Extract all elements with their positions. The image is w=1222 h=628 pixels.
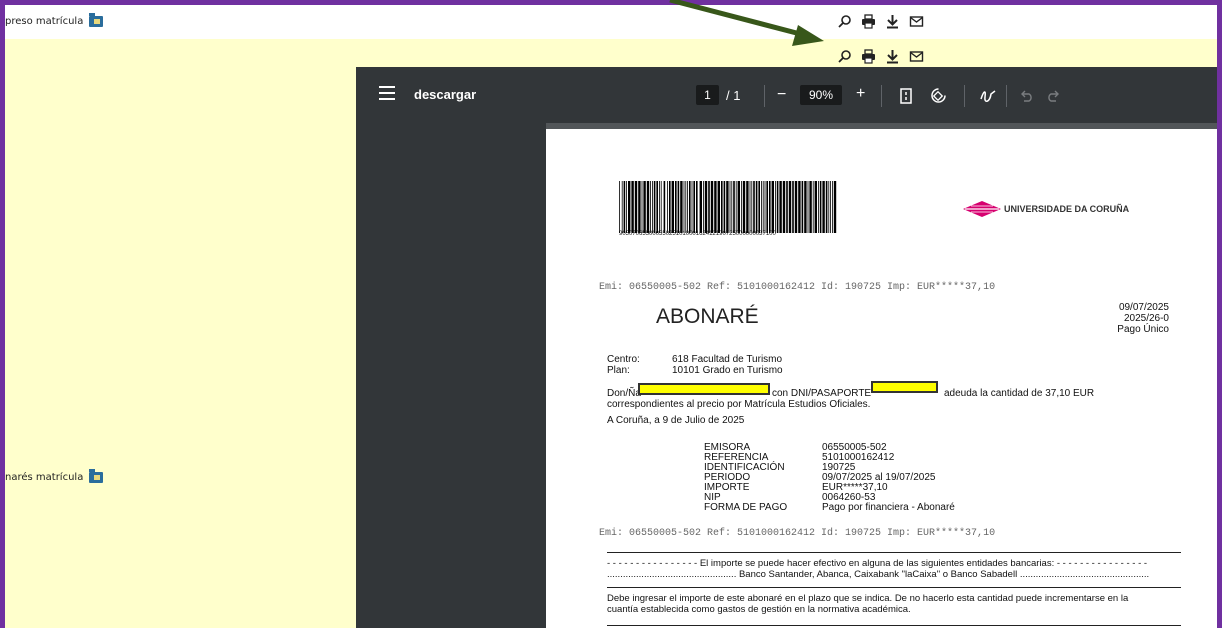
fit-page-icon[interactable] xyxy=(900,88,912,109)
university-name: UNIVERSIDADE DA CORUÑA xyxy=(1004,204,1130,214)
emi-line-top: Emi: 06550005-502 Ref: 5101000162412 Id:… xyxy=(599,282,996,293)
redo-icon[interactable] xyxy=(1046,89,1060,107)
doc-label[interactable]: preso matrícula xyxy=(5,16,83,27)
folder-icon[interactable] xyxy=(89,469,104,483)
divider-line xyxy=(607,552,1181,553)
pdf-toolbar: descargar 1 / 1 − 90% + xyxy=(356,67,1217,123)
notice-line-2: cuantía establecida como gastos de gesti… xyxy=(607,604,911,615)
zoom-in-button[interactable]: + xyxy=(856,85,865,103)
annotate-icon[interactable] xyxy=(980,89,996,108)
document-row-top: preso matrícula xyxy=(5,5,1217,39)
doc-date: 09/07/2025 xyxy=(1118,302,1169,313)
field-label: FORMA DE PAGO xyxy=(704,502,788,513)
search-icon[interactable] xyxy=(837,49,852,64)
pdf-viewer: descargar 1 / 1 − 90% + 9050706550005502… xyxy=(356,67,1217,628)
rotate-icon[interactable] xyxy=(930,87,947,109)
doc-actions-top xyxy=(837,14,924,29)
concept-line: correspondientes al precio por Matrícula… xyxy=(607,399,871,410)
plan-value: 10101 Grado en Turismo xyxy=(672,365,783,376)
doc-link-abonare[interactable]: narés matrícula xyxy=(5,469,104,483)
redaction-dni xyxy=(871,381,938,393)
abonare-heading: ABONARÉ xyxy=(656,305,759,328)
doc-actions-bottom xyxy=(837,49,924,64)
download-icon[interactable] xyxy=(885,14,900,29)
doc-code: 2025/26-0 xyxy=(1123,313,1169,324)
undo-icon[interactable] xyxy=(1020,89,1034,107)
toolbar-divider xyxy=(764,85,765,107)
field-value: Pago por financiera - Abonaré xyxy=(822,502,955,513)
divider-line xyxy=(607,587,1181,588)
viewer-sidebar-area xyxy=(356,123,546,628)
page-number-input[interactable]: 1 xyxy=(696,85,719,105)
divider-line xyxy=(607,625,1181,626)
banks-line-2: ........................................… xyxy=(607,569,1150,580)
toolbar-divider xyxy=(1006,85,1007,107)
search-icon[interactable] xyxy=(837,14,852,29)
emi-line-bottom: Emi: 06550005-502 Ref: 5101000162412 Id:… xyxy=(599,528,996,539)
university-logo: UNIVERSIDADE DA CORUÑA xyxy=(963,201,1129,217)
redaction-name xyxy=(638,383,770,395)
barcode-number: 9050706550005502510100016241219072500000… xyxy=(619,231,776,237)
notice-line-1: Debe ingresar el importe de este abonaré… xyxy=(607,593,1129,604)
centro-label: Centro: xyxy=(607,354,640,365)
doc-link-matricula[interactable]: preso matrícula xyxy=(5,13,104,27)
print-icon[interactable] xyxy=(861,49,876,64)
payment-type: Pago Único xyxy=(1117,324,1169,335)
barcode-image xyxy=(619,181,837,233)
mail-icon[interactable] xyxy=(909,14,924,29)
folder-icon[interactable] xyxy=(89,13,104,27)
centro-value: 618 Facultad de Turismo xyxy=(672,354,783,365)
page-total: / 1 xyxy=(726,88,741,103)
pdf-title: descargar xyxy=(414,87,477,102)
zoom-level-input[interactable]: 90% xyxy=(800,85,842,105)
page-frame: preso matrícula narés matrícula descarga… xyxy=(0,0,1222,628)
download-icon[interactable] xyxy=(885,49,900,64)
don-prefix: Don/Ña xyxy=(607,388,641,399)
zoom-out-button[interactable]: − xyxy=(777,86,786,104)
menu-icon[interactable] xyxy=(379,86,395,100)
con-dni-text: con DNI/PASAPORTE xyxy=(772,388,872,399)
banks-line-1: - - - - - - - - - - - - - - - - El impor… xyxy=(607,558,1148,569)
doc-label[interactable]: narés matrícula xyxy=(5,472,83,483)
place-date: A Coruña, a 9 de Julio de 2025 xyxy=(607,415,745,426)
plan-label: Plan: xyxy=(607,365,630,376)
mail-icon[interactable] xyxy=(909,49,924,64)
toolbar-divider xyxy=(881,85,882,107)
udc-logo-icon xyxy=(963,201,1001,217)
adeuda-text: adeuda la cantidad de 37,10 EUR xyxy=(944,388,1095,399)
pdf-page: 9050706550005502510100016241219072500000… xyxy=(546,129,1217,628)
toolbar-divider xyxy=(964,85,965,107)
print-icon[interactable] xyxy=(861,14,876,29)
